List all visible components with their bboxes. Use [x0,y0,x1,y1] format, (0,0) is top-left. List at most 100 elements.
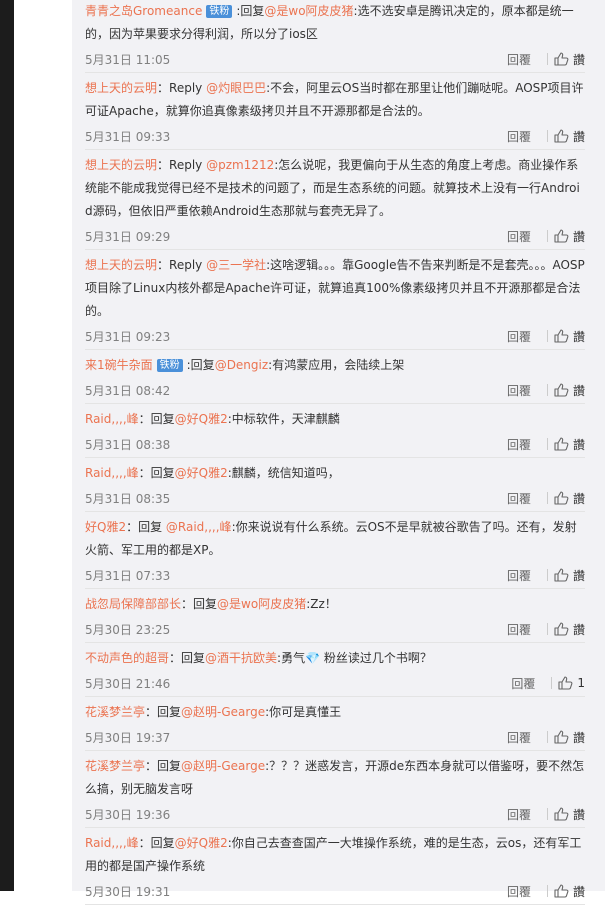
comment-body: :Zz！ [306,597,337,611]
comment-item: 好Q雅2：回复 @Raid,,,,峰:你来说说有什么系统。云OS不是早就被谷歌告… [85,512,585,589]
thumbs-up-icon [554,229,569,243]
comment-actions: 回覆 讚 [507,883,585,900]
reply-button[interactable]: 回覆 [507,51,531,68]
comment-body: :中标软件，天津麒麟 [227,412,340,426]
like-button[interactable]: 讚 [554,51,585,68]
reply-button[interactable]: 回覆 [507,436,531,453]
comment-connector: ：回复 [138,466,175,480]
comment-connector: ：回复 [138,412,175,426]
comment-author-link[interactable]: 花溪梦兰亭 [85,705,145,719]
like-button[interactable]: 讚 [554,382,585,399]
comment-timestamp: 5月30日 23:25 [85,622,171,637]
thumbs-up-icon [554,622,569,636]
mention-link[interactable]: @是wo阿皮皮猪 [217,597,306,611]
mention-link[interactable]: @赵明-Gearge [181,705,265,719]
like-button[interactable]: 讚 [554,128,585,145]
comment-item: 想上天的云明：Reply @三一学社:这啥逻辑。。。靠Google告不告来判断是… [85,250,585,350]
comment-author-link[interactable]: 来1碗牛杂面 [85,358,153,372]
comment-text: 想上天的云明：Reply @pzm1212:怎么说呢，我更偏向于从生态的角度上考… [85,154,585,223]
comment-timestamp: 5月31日 09:23 [85,329,171,344]
like-button[interactable]: 讚 [554,729,585,746]
reply-button[interactable]: 回覆 [511,675,535,692]
comment-body: :麒麟，统信知道吗， [227,466,340,480]
comment-meta: 5月30日 21:46 回覆 1 [85,670,585,696]
mention-link[interactable]: @赵明-Gearge [181,759,265,773]
like-count: 讚 [572,730,585,745]
like-button[interactable]: 讚 [554,806,585,823]
reply-button[interactable]: 回覆 [507,883,531,900]
mention-link[interactable]: @三一学社 [206,258,266,272]
mention-link[interactable]: @好Q雅2 [175,466,228,480]
comment-meta: 5月31日 09:29 回覆 讚 [85,223,585,249]
comment-meta: 5月30日 19:37 回覆 讚 [85,724,585,750]
like-count: 讚 [572,437,585,452]
comment-author-link[interactable]: Raid,,,,峰 [85,412,139,426]
comment-meta: 5月31日 08:42 回覆 讚 [85,377,585,403]
mention-link[interactable]: @pzm1212 [206,158,274,172]
reply-button[interactable]: 回覆 [507,729,531,746]
comment-author-link[interactable]: 青青之岛Gromeance [85,4,202,18]
comment-timestamp: 5月31日 08:35 [85,491,171,506]
comment-body: :你可是真懂王 [265,705,342,719]
comment-author-link[interactable]: 想上天的云明 [85,81,157,95]
comment-meta: 5月31日 07:33 回覆 讚 [85,562,585,588]
like-button[interactable]: 讚 [554,490,585,507]
mention-link[interactable]: @灼眼巴巴 [206,81,266,95]
comment-meta: 5月31日 09:33 回覆 讚 [85,123,585,149]
like-button[interactable]: 讚 [554,883,585,900]
comment-item: 来1碗牛杂面 铁粉:回复@Dengiz:有鸿蒙应用，会陆续上架 5月31日 08:… [85,350,585,404]
mention-link[interactable]: @酒干抗欧美 [205,651,277,665]
like-count: 讚 [572,568,585,583]
comment-actions: 回覆 1 [511,675,585,692]
divider [546,731,548,743]
comment-author-link[interactable]: 想上天的云明 [85,158,157,172]
like-button[interactable]: 讚 [554,567,585,584]
thumbs-up-icon [554,52,569,66]
comment-author-link[interactable]: 想上天的云明 [85,258,157,272]
mention-link[interactable]: @Raid,,,,峰 [166,520,232,534]
divider [546,130,548,142]
comment-author-link[interactable]: 好Q雅2 [85,520,126,534]
reply-button[interactable]: 回覆 [507,228,531,245]
like-button[interactable]: 讚 [554,228,585,245]
comment-meta: 5月31日 08:35 回覆 讚 [85,485,585,511]
thumbs-up-icon [554,568,569,582]
comment-author-link[interactable]: Raid,,,,峰 [85,466,139,480]
comment-author-link[interactable]: Raid,,,,峰 [85,836,139,850]
comment-actions: 回覆 讚 [507,228,585,245]
mention-link[interactable]: @好Q雅2 [175,836,228,850]
comment-timestamp: 5月30日 21:46 [85,676,171,691]
reply-button[interactable]: 回覆 [507,128,531,145]
like-button[interactable]: 讚 [554,328,585,345]
divider [546,569,548,581]
comment-text: 花溪梦兰亭：回复@赵明-Gearge:你可是真懂王 [85,701,585,724]
comment-item: 青青之岛Gromeance 铁粉:回复@是wo阿皮皮猪:选不选安卓是腾讯决定的，原… [85,0,585,73]
reply-button[interactable]: 回覆 [507,490,531,507]
comment-author-link[interactable]: 花溪梦兰亭 [85,759,145,773]
comment-timestamp: 5月30日 19:31 [85,884,171,899]
comment-actions: 回覆 讚 [507,51,585,68]
comment-actions: 回覆 讚 [507,806,585,823]
reply-button[interactable]: 回覆 [507,328,531,345]
like-button[interactable]: 讚 [554,436,585,453]
comment-item: 战忽局保障部部长：回复@是wo阿皮皮猪:Zz！ 5月30日 23:25 回覆 讚 [85,589,585,643]
reply-button[interactable]: 回覆 [507,621,531,638]
like-button[interactable]: 讚 [554,621,585,638]
like-button[interactable]: 1 [558,676,585,690]
reply-button[interactable]: 回覆 [507,567,531,584]
mention-link[interactable]: @是wo阿皮皮猪 [264,4,353,18]
comment-item: Raid,,,,峰：回复@好Q雅2:你自己去查查国产一大堆操作系统，难的是生态，… [85,828,585,905]
comment-actions: 回覆 讚 [507,328,585,345]
reply-button[interactable]: 回覆 [507,806,531,823]
thumbs-up-icon [558,676,573,690]
comment-item: Raid,,,,峰：回复@好Q雅2:中标软件，天津麒麟 5月31日 08:38 … [85,404,585,458]
comment-connector: ：回复 [126,520,166,534]
mention-link[interactable]: @好Q雅2 [175,412,228,426]
comment-author-link[interactable]: 战忽局保障部部长 [85,597,181,611]
comment-author-link[interactable]: 不动声色的超哥 [85,651,169,665]
mention-link[interactable]: @Dengiz [215,358,268,372]
left-sidebar-strip [0,0,14,891]
thumbs-up-icon [554,129,569,143]
divider [546,53,548,65]
reply-button[interactable]: 回覆 [507,382,531,399]
